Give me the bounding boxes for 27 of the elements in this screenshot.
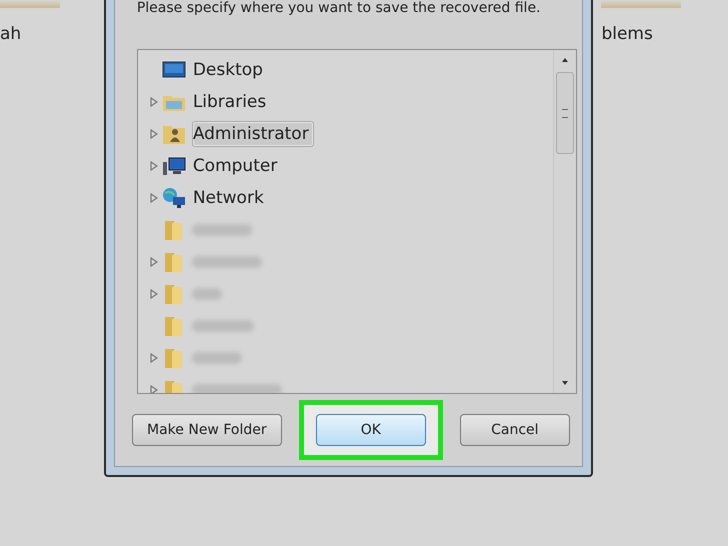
scroll-up-icon[interactable]	[560, 56, 570, 64]
user-folder-icon	[162, 123, 186, 145]
tree-item[interactable]: Desktop	[192, 57, 268, 83]
tree-item[interactable]: Computer	[192, 153, 282, 179]
monitor-icon	[162, 60, 186, 80]
tree-item[interactable]: Libraries	[192, 89, 272, 115]
tree-item[interactable]: Network	[192, 185, 269, 211]
expand-arrow-icon[interactable]	[150, 257, 158, 267]
expand-arrow-icon[interactable]	[150, 161, 158, 171]
computer-icon	[162, 156, 186, 176]
network-icon	[162, 187, 186, 209]
prompt-text: Please specify where you want to save the recovered file.	[136, 0, 542, 16]
dialog-button[interactable]: Make New Folder	[132, 414, 282, 446]
scrollbar[interactable]	[552, 50, 576, 393]
tree-item[interactable]: Administrator	[192, 121, 314, 147]
dialog-button[interactable]: Cancel	[460, 414, 570, 446]
scroll-down-icon[interactable]	[560, 379, 570, 387]
expand-arrow-icon[interactable]	[150, 353, 158, 363]
expand-arrow-icon[interactable]	[150, 129, 158, 139]
expand-arrow-icon[interactable]	[150, 193, 158, 203]
background-text: blems	[601, 24, 654, 44]
dialog-button[interactable]: OK	[316, 414, 426, 446]
background-text: ah	[0, 24, 22, 44]
header-strip	[0, 0, 60, 8]
expand-arrow-icon[interactable]	[150, 385, 158, 393]
expand-arrow-icon[interactable]	[150, 289, 158, 299]
expand-arrow-icon[interactable]	[150, 97, 158, 107]
